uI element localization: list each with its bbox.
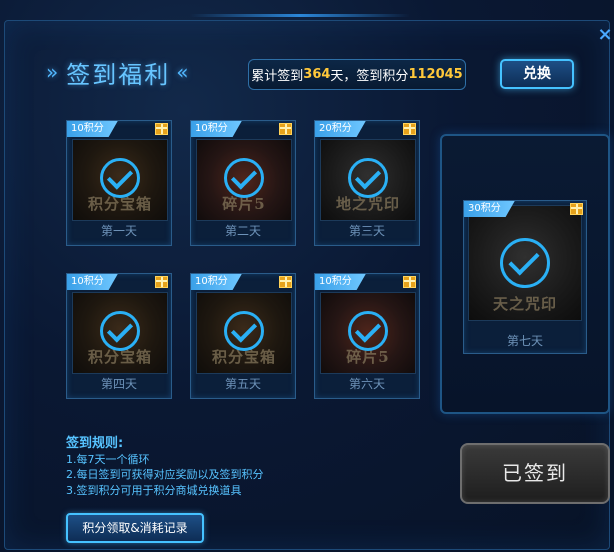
check-icon	[224, 311, 264, 351]
day-card-3[interactable]: 地之咒印 20积分 第三天	[314, 120, 420, 246]
check-icon	[348, 311, 388, 351]
rule-item: 2.每日签到可获得对应奖励以及签到积分	[66, 468, 264, 481]
gift-icon	[155, 123, 168, 135]
reward-item-image: 天之咒印	[468, 205, 582, 321]
exchange-button[interactable]: 兑换	[500, 59, 574, 89]
reward-item-image: 地之咒印	[320, 139, 416, 221]
reward-item-image: 碎片5	[196, 139, 292, 221]
reward-item-image: 积分宝箱	[196, 292, 292, 374]
page-title-text: 签到福利	[66, 60, 171, 89]
page-title: » 签到福利 «	[46, 56, 191, 89]
rule-item: 3.签到积分可用于积分商城兑换道具	[66, 484, 242, 497]
check-icon	[100, 158, 140, 198]
gift-icon	[279, 123, 292, 135]
signed-button[interactable]: 已签到	[460, 443, 610, 504]
day-card-2[interactable]: 碎片5 10积分 第二天	[190, 120, 296, 246]
day-card-5[interactable]: 积分宝箱 10积分 第五天	[190, 273, 296, 399]
signin-stats: 累计签到 364 天，签到积分 112045	[248, 59, 466, 90]
day-label: 第三天	[348, 224, 385, 238]
day-label: 第一天	[100, 224, 137, 238]
reward-item-image: 积分宝箱	[72, 292, 168, 374]
close-icon[interactable]: ×	[596, 26, 614, 44]
total-points: 112045	[408, 67, 463, 82]
points-badge: 10积分	[191, 121, 242, 137]
frame-top-decoration	[190, 14, 410, 17]
rule-item: 1.每7天一个循环	[66, 453, 150, 466]
day-card-1[interactable]: 积分宝箱 10积分 第一天	[66, 120, 172, 246]
check-icon	[224, 158, 264, 198]
day-label: 第五天	[224, 377, 261, 391]
stats-mid: 天，签到积分	[330, 69, 409, 84]
gift-icon	[403, 123, 416, 135]
check-icon	[500, 238, 550, 288]
chevron-right-icon: »	[46, 60, 61, 84]
day-card-4[interactable]: 积分宝箱 10积分 第四天	[66, 273, 172, 399]
points-badge: 10积分	[315, 274, 366, 290]
day-label: 第四天	[100, 377, 137, 391]
points-badge: 10积分	[191, 274, 242, 290]
gift-icon	[155, 276, 168, 288]
day-label: 第七天	[506, 334, 543, 348]
points-badge: 20积分	[315, 121, 366, 137]
day-card-6[interactable]: 碎片5 10积分 第六天	[314, 273, 420, 399]
day-label: 第六天	[348, 377, 385, 391]
reward-item-image: 碎片5	[320, 292, 416, 374]
check-icon	[348, 158, 388, 198]
gift-icon	[279, 276, 292, 288]
stats-prefix: 累计签到	[251, 69, 304, 84]
points-badge: 10积分	[67, 121, 118, 137]
points-badge: 10积分	[67, 274, 118, 290]
rules-title: 签到规则:	[66, 436, 124, 451]
day-label: 第二天	[224, 224, 261, 238]
points-records-button[interactable]: 积分领取&消耗记录	[66, 513, 204, 543]
day-card-7[interactable]: 天之咒印 30积分 第七天	[463, 200, 587, 354]
total-days: 364	[303, 67, 331, 82]
reward-item-image: 积分宝箱	[72, 139, 168, 221]
chevron-left-icon: «	[176, 60, 191, 84]
check-icon	[100, 311, 140, 351]
gift-icon	[570, 203, 583, 215]
gift-icon	[403, 276, 416, 288]
